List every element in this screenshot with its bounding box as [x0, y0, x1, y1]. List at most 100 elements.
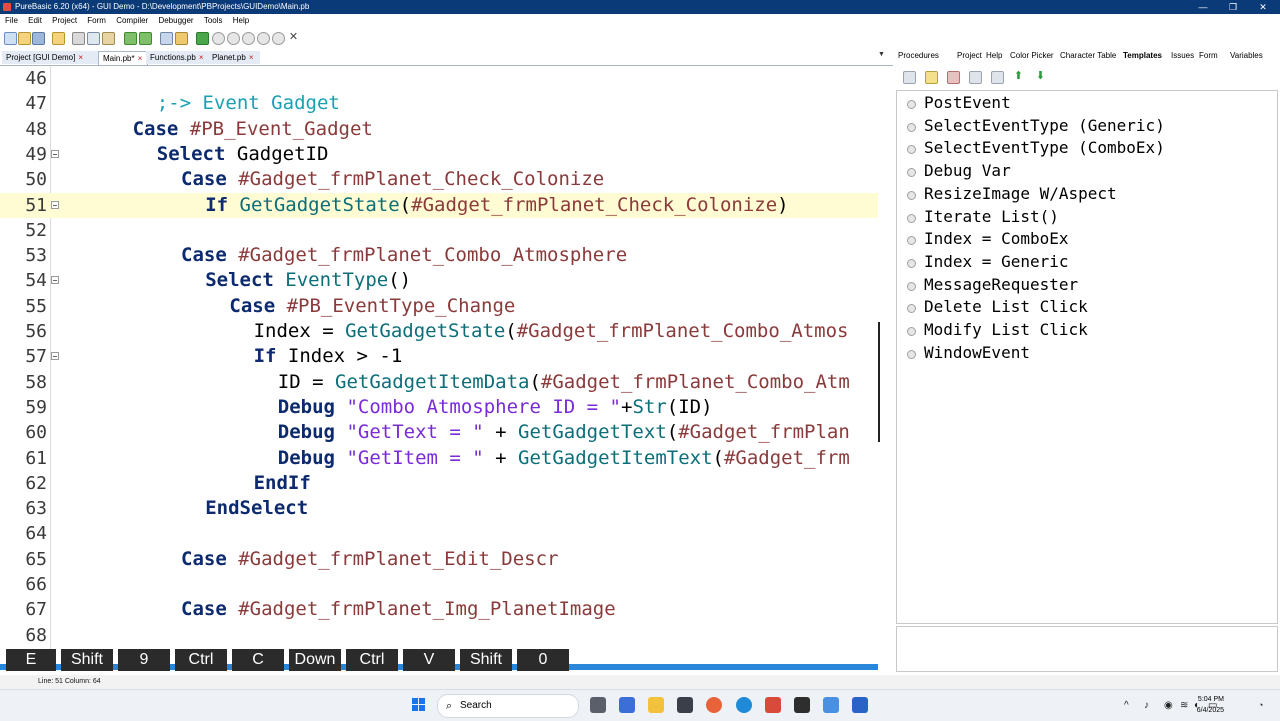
close-button[interactable]: ✕ [1248, 0, 1278, 14]
template-item[interactable]: SelectEventType (ComboEx) [907, 137, 1165, 159]
code-line[interactable]: 61 Debug "GetItem = " + GetGadgetItemText… [0, 446, 878, 471]
tab-close-icon[interactable]: × [199, 53, 204, 62]
code-line[interactable]: 59 Debug "Combo Atmosphere ID = "+Str(ID) [0, 395, 878, 420]
tab-color-picker[interactable]: Color Picker [1010, 49, 1054, 63]
save-all-icon[interactable] [52, 32, 65, 45]
fold-marker-icon[interactable] [51, 200, 59, 209]
code-editor[interactable]: 46 47 ;-> Event Gadget 48 Case #PB_Event_Gad… [0, 66, 878, 658]
move-down-icon[interactable]: ⬇ [1035, 71, 1046, 82]
clock[interactable]: 5:04 PM 6/4/2025 [1190, 694, 1224, 716]
code-line[interactable]: 68 [0, 623, 878, 648]
purebasic-taskbar-icon[interactable] [765, 697, 781, 713]
template-item[interactable]: WindowEvent [907, 342, 1030, 364]
taskbar-search[interactable]: ⌕ Search [437, 694, 579, 718]
tab-planet-pb[interactable]: Planet.pb × [208, 51, 260, 64]
tab-character-table[interactable]: Character Table [1060, 49, 1116, 63]
new-file-icon[interactable] [4, 32, 17, 45]
microphone-icon[interactable]: ♪ [1144, 700, 1149, 711]
code-line[interactable]: 50 Case #Gadget_frmPlanet_Check_Colonize [0, 167, 878, 192]
tab-help[interactable]: Help [986, 49, 1002, 63]
app-icon-2[interactable] [677, 697, 693, 713]
menu-project[interactable]: Project [52, 16, 77, 25]
code-line[interactable]: 58 ID = GetGadgetItemData(#Gadget_frmPlan… [0, 370, 878, 395]
tab-close-icon[interactable]: × [138, 54, 143, 63]
fold-marker-icon[interactable] [51, 352, 59, 361]
pause-icon[interactable] [212, 32, 225, 45]
menu-debugger[interactable]: Debugger [158, 16, 193, 25]
template-item[interactable]: PostEvent [907, 92, 1011, 114]
notifications-icon[interactable]: ◔ [1258, 700, 1263, 710]
undo-icon[interactable] [124, 32, 137, 45]
tab-templates[interactable]: Templates [1123, 49, 1162, 63]
menu-tools[interactable]: Tools [204, 16, 223, 25]
copy-icon[interactable] [87, 32, 100, 45]
tray-overflow-icon[interactable]: ^ [1124, 700, 1129, 711]
compile-run-icon[interactable] [196, 32, 209, 45]
template-item[interactable]: Delete List Click [907, 296, 1088, 318]
code-line[interactable]: 55 Case #PB_EventType_Change [0, 294, 878, 319]
template-item[interactable]: SelectEventType (Generic) [907, 115, 1165, 137]
app-icon-5[interactable] [852, 697, 868, 713]
code-line[interactable]: 57 If Index > -1 [0, 344, 878, 369]
app-icon-3[interactable] [794, 697, 810, 713]
tab-close-icon[interactable]: × [78, 53, 83, 62]
code-line[interactable]: 62 EndIf [0, 471, 878, 496]
tab-close-icon[interactable]: × [249, 53, 254, 62]
browser-icon[interactable] [706, 697, 722, 713]
redo-icon[interactable] [139, 32, 152, 45]
code-line[interactable]: 52 [0, 218, 878, 243]
open-file-icon[interactable] [18, 32, 31, 45]
current-code-line[interactable]: 51 If GetGadgetState(#Gadget_frmPlanet_Ch… [0, 192, 878, 218]
tab-variables[interactable]: Variables [1230, 49, 1263, 63]
tab-form[interactable]: Form [1199, 49, 1218, 63]
menu-file[interactable]: File [5, 16, 18, 25]
tab-main-pb[interactable]: Main.pb* × [98, 51, 148, 65]
task-view-icon[interactable] [590, 697, 606, 713]
edit-template-icon[interactable] [969, 71, 982, 84]
edge-icon[interactable] [736, 697, 752, 713]
tab-project-gui-demo[interactable]: Project [GUI Demo] × [2, 51, 98, 64]
template-item[interactable]: Iterate List() [907, 206, 1059, 228]
code-line[interactable]: 46 [0, 66, 878, 91]
new-folder-icon[interactable] [925, 71, 938, 84]
maximize-button[interactable]: ❐ [1218, 0, 1248, 14]
step-out-icon[interactable] [272, 32, 285, 45]
find-icon[interactable] [160, 32, 173, 45]
save-icon[interactable] [32, 32, 45, 45]
tab-project[interactable]: Project [957, 49, 982, 63]
rename-template-icon[interactable] [991, 71, 1004, 84]
new-template-icon[interactable] [903, 71, 916, 84]
file-explorer-icon[interactable] [648, 697, 664, 713]
tab-functions-pb[interactable]: Functions.pb × [146, 51, 208, 64]
app-icon-1[interactable] [619, 697, 635, 713]
tab-procedures[interactable]: Procedures [898, 49, 939, 63]
replace-icon[interactable] [175, 32, 188, 45]
app-icon-4[interactable] [823, 697, 839, 713]
template-item[interactable]: MessageRequester [907, 274, 1078, 296]
code-line[interactable]: 48 Case #PB_Event_Gadget [0, 117, 878, 142]
step-over-icon[interactable] [257, 32, 270, 45]
step-icon[interactable] [242, 32, 255, 45]
code-line[interactable]: 65 Case #Gadget_frmPlanet_Edit_Descr [0, 547, 878, 572]
code-line[interactable]: 67 Case #Gadget_frmPlanet_Img_PlanetImage [0, 597, 878, 622]
code-line[interactable]: 56 Index = GetGadgetState(#Gadget_frmPlan… [0, 319, 878, 344]
code-line[interactable]: 60 Debug "GetText = " + GetGadgetText(#Ga… [0, 420, 878, 445]
tabs-dropdown-icon[interactable]: ▼ [878, 51, 885, 58]
fold-marker-icon[interactable] [51, 149, 59, 158]
code-line[interactable]: 66 [0, 572, 878, 597]
paste-icon[interactable] [102, 32, 115, 45]
code-line[interactable]: 64 [0, 521, 878, 546]
editor-splitter[interactable] [878, 322, 880, 442]
tab-issues[interactable]: Issues [1171, 49, 1194, 63]
menu-edit[interactable]: Edit [28, 16, 42, 25]
code-line[interactable]: 54 Select EventType() [0, 268, 878, 293]
template-item[interactable]: ResizeImage W/Aspect [907, 183, 1117, 205]
template-item[interactable]: Index = ComboEx [907, 228, 1069, 250]
location-icon[interactable]: ◉ [1164, 700, 1173, 711]
template-item[interactable]: Debug Var [907, 160, 1011, 182]
wifi-icon[interactable]: ≋ [1180, 700, 1188, 711]
code-line[interactable]: 49 Select GadgetID [0, 142, 878, 167]
continue-icon[interactable] [227, 32, 240, 45]
code-line[interactable]: 53 Case #Gadget_frmPlanet_Combo_Atmospher… [0, 243, 878, 268]
move-up-icon[interactable]: ⬆ [1013, 71, 1024, 82]
